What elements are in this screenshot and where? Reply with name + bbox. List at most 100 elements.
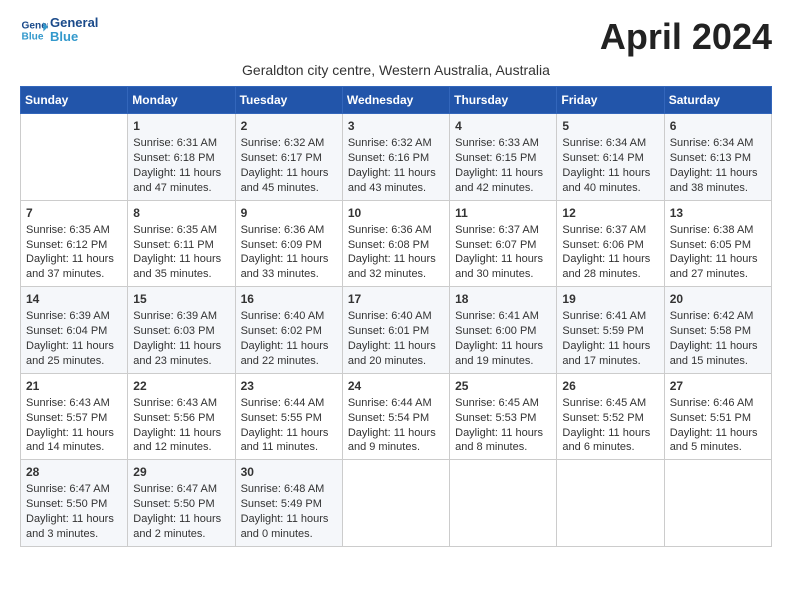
cell-week5-day4 — [342, 460, 449, 547]
cell-week5-day3: 30Sunrise: 6:48 AMSunset: 5:49 PMDayligh… — [235, 460, 342, 547]
cell-line-3: and 38 minutes. — [670, 181, 766, 196]
cell-line-1: Sunset: 5:57 PM — [26, 411, 122, 426]
logo-blue: Blue — [50, 30, 98, 44]
day-number: 16 — [241, 291, 337, 307]
day-number: 12 — [562, 205, 658, 221]
cell-line-0: Sunrise: 6:47 AM — [26, 482, 122, 497]
cell-line-3: and 33 minutes. — [241, 267, 337, 282]
cell-line-2: Daylight: 11 hours — [348, 252, 444, 267]
day-number: 30 — [241, 464, 337, 480]
cell-week2-day6: 12Sunrise: 6:37 AMSunset: 6:06 PMDayligh… — [557, 200, 664, 287]
day-number: 28 — [26, 464, 122, 480]
cell-line-2: Daylight: 11 hours — [670, 166, 766, 181]
cell-line-1: Sunset: 5:56 PM — [133, 411, 229, 426]
cell-line-1: Sunset: 5:53 PM — [455, 411, 551, 426]
cell-line-1: Sunset: 6:01 PM — [348, 324, 444, 339]
cell-week4-day1: 21Sunrise: 6:43 AMSunset: 5:57 PMDayligh… — [21, 373, 128, 460]
cell-week2-day3: 9Sunrise: 6:36 AMSunset: 6:09 PMDaylight… — [235, 200, 342, 287]
day-number: 19 — [562, 291, 658, 307]
cell-week4-day2: 22Sunrise: 6:43 AMSunset: 5:56 PMDayligh… — [128, 373, 235, 460]
cell-line-1: Sunset: 6:03 PM — [133, 324, 229, 339]
cell-line-3: and 27 minutes. — [670, 267, 766, 282]
cell-line-2: Daylight: 11 hours — [26, 512, 122, 527]
cell-line-0: Sunrise: 6:36 AM — [241, 223, 337, 238]
cell-line-3: and 42 minutes. — [455, 181, 551, 196]
cell-week4-day4: 24Sunrise: 6:44 AMSunset: 5:54 PMDayligh… — [342, 373, 449, 460]
day-number: 29 — [133, 464, 229, 480]
cell-week2-day2: 8Sunrise: 6:35 AMSunset: 6:11 PMDaylight… — [128, 200, 235, 287]
cell-line-1: Sunset: 6:08 PM — [348, 238, 444, 253]
day-number: 8 — [133, 205, 229, 221]
cell-line-0: Sunrise: 6:36 AM — [348, 223, 444, 238]
cell-line-2: Daylight: 11 hours — [348, 166, 444, 181]
cell-week1-day4: 3 Sunrise: 6:32 AMSunset: 6:16 PMDaylight… — [342, 114, 449, 201]
column-header-thursday: Thursday — [450, 87, 557, 114]
cell-line-3: and 37 minutes. — [26, 267, 122, 282]
cell-line-0: Sunrise: 6:41 AM — [455, 309, 551, 324]
cell-line-3: and 43 minutes. — [348, 181, 444, 196]
cell-line-0: Sunrise: 6:34 AM — [670, 136, 766, 151]
cell-line-0: Sunrise: 6:40 AM — [348, 309, 444, 324]
cell-week4-day7: 27Sunrise: 6:46 AMSunset: 5:51 PMDayligh… — [664, 373, 771, 460]
day-number: 25 — [455, 378, 551, 394]
week-row-4: 21Sunrise: 6:43 AMSunset: 5:57 PMDayligh… — [21, 373, 772, 460]
day-number: 6 — [670, 118, 766, 134]
cell-week3-day1: 14Sunrise: 6:39 AMSunset: 6:04 PMDayligh… — [21, 287, 128, 374]
cell-line-2: Daylight: 11 hours — [562, 339, 658, 354]
column-header-sunday: Sunday — [21, 87, 128, 114]
cell-line-0: Sunrise: 6:45 AM — [455, 396, 551, 411]
logo: General Blue General Blue — [20, 16, 98, 45]
cell-week3-day2: 15Sunrise: 6:39 AMSunset: 6:03 PMDayligh… — [128, 287, 235, 374]
cell-week5-day7 — [664, 460, 771, 547]
cell-line-1: Sunset: 6:00 PM — [455, 324, 551, 339]
cell-line-0: Sunrise: 6:34 AM — [562, 136, 658, 151]
cell-line-0: Sunrise: 6:39 AM — [26, 309, 122, 324]
cell-week2-day7: 13Sunrise: 6:38 AMSunset: 6:05 PMDayligh… — [664, 200, 771, 287]
cell-line-3: and 40 minutes. — [562, 181, 658, 196]
cell-line-1: Sunset: 6:07 PM — [455, 238, 551, 253]
cell-week5-day6 — [557, 460, 664, 547]
cell-week3-day5: 18Sunrise: 6:41 AMSunset: 6:00 PMDayligh… — [450, 287, 557, 374]
cell-line-1: Sunset: 5:49 PM — [241, 497, 337, 512]
cell-line-1: Sunset: 6:18 PM — [133, 151, 229, 166]
cell-line-3: and 8 minutes. — [455, 440, 551, 455]
cell-line-3: and 5 minutes. — [670, 440, 766, 455]
cell-line-2: Daylight: 11 hours — [241, 166, 337, 181]
cell-line-3: and 20 minutes. — [348, 354, 444, 369]
cell-line-1: Sunset: 6:16 PM — [348, 151, 444, 166]
cell-line-0: Sunrise: 6:41 AM — [562, 309, 658, 324]
cell-line-1: Sunset: 6:12 PM — [26, 238, 122, 253]
cell-line-0: Sunrise: 6:43 AM — [133, 396, 229, 411]
cell-line-2: Daylight: 11 hours — [241, 512, 337, 527]
cell-week3-day3: 16Sunrise: 6:40 AMSunset: 6:02 PMDayligh… — [235, 287, 342, 374]
logo-general: General — [50, 16, 98, 30]
week-row-5: 28Sunrise: 6:47 AMSunset: 5:50 PMDayligh… — [21, 460, 772, 547]
cell-line-1: Sunset: 5:51 PM — [670, 411, 766, 426]
cell-line-2: Daylight: 11 hours — [348, 426, 444, 441]
cell-line-2: Daylight: 11 hours — [241, 252, 337, 267]
cell-line-0: Sunrise: 6:32 AM — [348, 136, 444, 151]
day-number: 13 — [670, 205, 766, 221]
cell-line-0: Sunrise: 6:39 AM — [133, 309, 229, 324]
day-number: 27 — [670, 378, 766, 394]
subtitle: Geraldton city centre, Western Australia… — [20, 62, 772, 78]
day-number: 7 — [26, 205, 122, 221]
cell-line-0: Sunrise: 6:32 AM — [241, 136, 337, 151]
cell-week5-day5 — [450, 460, 557, 547]
cell-line-1: Sunset: 6:02 PM — [241, 324, 337, 339]
cell-line-2: Daylight: 11 hours — [455, 339, 551, 354]
cell-line-1: Sunset: 5:50 PM — [133, 497, 229, 512]
cell-line-0: Sunrise: 6:47 AM — [133, 482, 229, 497]
cell-line-0: Sunrise: 6:33 AM — [455, 136, 551, 151]
cell-line-2: Daylight: 11 hours — [455, 166, 551, 181]
column-header-friday: Friday — [557, 87, 664, 114]
cell-line-3: and 45 minutes. — [241, 181, 337, 196]
cell-line-0: Sunrise: 6:35 AM — [26, 223, 122, 238]
day-number: 14 — [26, 291, 122, 307]
cell-line-2: Daylight: 11 hours — [241, 426, 337, 441]
cell-week1-day2: 1Sunrise: 6:31 AMSunset: 6:18 PMDaylight… — [128, 114, 235, 201]
day-number: 10 — [348, 205, 444, 221]
cell-line-1: Sunset: 6:14 PM — [562, 151, 658, 166]
day-number: 3 — [348, 118, 444, 134]
cell-line-1: Sunset: 5:55 PM — [241, 411, 337, 426]
